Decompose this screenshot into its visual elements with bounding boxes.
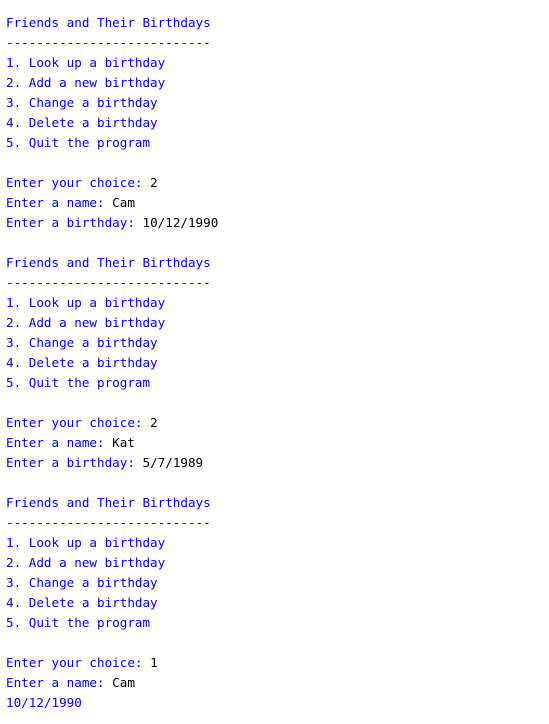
choice-line: Enter your choice: 2	[6, 173, 546, 193]
name-input[interactable]: Cam	[112, 675, 135, 690]
menu-divider: ---------------------------	[6, 515, 211, 530]
choice-prompt: Enter your choice:	[6, 655, 151, 670]
birthday-prompt: Enter a birthday:	[6, 455, 143, 470]
menu-option-add: 2. Add a new birthday	[6, 315, 166, 330]
name-prompt: Enter a name:	[6, 675, 113, 690]
menu-block-3: Friends and Their Birthdays ------------…	[6, 493, 546, 713]
choice-line: Enter your choice: 1	[6, 653, 546, 673]
birthday-line: Enter a birthday: 10/12/1990	[6, 213, 546, 233]
lookup-result: 10/12/1990	[6, 695, 82, 710]
birthday-prompt: Enter a birthday:	[6, 215, 143, 230]
birthday-input[interactable]: 10/12/1990	[142, 215, 218, 230]
menu-option-change: 3. Change a birthday	[6, 95, 158, 110]
menu-title: Friends and Their Birthdays	[6, 255, 211, 270]
menu-divider: ---------------------------	[6, 35, 211, 50]
name-input[interactable]: Cam	[112, 195, 135, 210]
menu-option-quit: 5. Quit the program	[6, 135, 151, 150]
choice-input[interactable]: 2	[150, 175, 158, 190]
name-prompt: Enter a name:	[6, 435, 113, 450]
choice-input[interactable]: 1	[150, 655, 158, 670]
choice-prompt: Enter your choice:	[6, 415, 151, 430]
name-line: Enter a name: Cam	[6, 673, 546, 693]
choice-input[interactable]: 2	[150, 415, 158, 430]
choice-prompt: Enter your choice:	[6, 175, 151, 190]
name-line: Enter a name: Kat	[6, 433, 546, 453]
console-output: Friends and Their Birthdays ------------…	[6, 13, 546, 713]
menu-option-lookup: 1. Look up a birthday	[6, 55, 166, 70]
menu-option-add: 2. Add a new birthday	[6, 75, 166, 90]
name-prompt: Enter a name:	[6, 195, 113, 210]
menu-block-1: Friends and Their Birthdays ------------…	[6, 13, 546, 253]
menu-option-quit: 5. Quit the program	[6, 615, 151, 630]
menu-block-2: Friends and Their Birthdays ------------…	[6, 253, 546, 493]
choice-line: Enter your choice: 2	[6, 413, 546, 433]
birthday-line: Enter a birthday: 5/7/1989	[6, 453, 546, 473]
menu-option-delete: 4. Delete a birthday	[6, 355, 158, 370]
name-line: Enter a name: Cam	[6, 193, 546, 213]
menu-divider: ---------------------------	[6, 275, 211, 290]
menu-option-delete: 4. Delete a birthday	[6, 115, 158, 130]
birthday-input[interactable]: 5/7/1989	[142, 455, 203, 470]
menu-title: Friends and Their Birthdays	[6, 495, 211, 510]
menu-option-change: 3. Change a birthday	[6, 575, 158, 590]
menu-option-lookup: 1. Look up a birthday	[6, 295, 166, 310]
menu-option-quit: 5. Quit the program	[6, 375, 151, 390]
menu-option-delete: 4. Delete a birthday	[6, 595, 158, 610]
menu-option-change: 3. Change a birthday	[6, 335, 158, 350]
name-input[interactable]: Kat	[112, 435, 135, 450]
menu-option-lookup: 1. Look up a birthday	[6, 535, 166, 550]
menu-title: Friends and Their Birthdays	[6, 15, 211, 30]
menu-option-add: 2. Add a new birthday	[6, 555, 166, 570]
